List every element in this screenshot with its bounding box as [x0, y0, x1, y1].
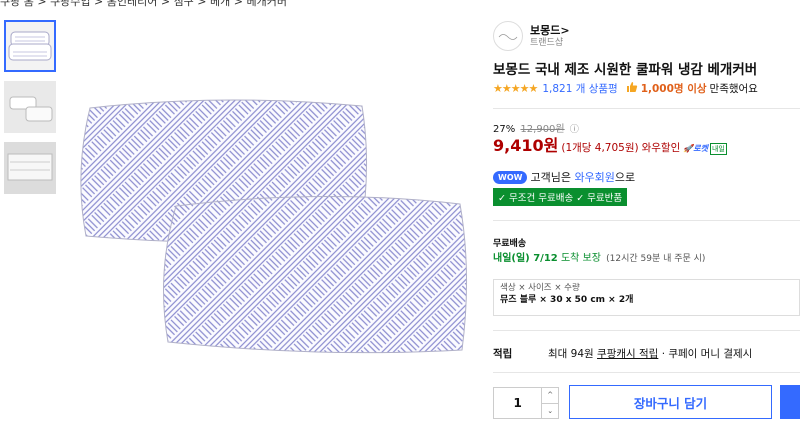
brand-logo	[493, 21, 523, 51]
delivery-note: (12시간 59분 내 주문 시)	[606, 254, 706, 264]
thumbnail-list	[4, 20, 60, 203]
delivery-label: 무료배송	[493, 239, 527, 249]
free-shipping-badge: ✓ 무조건 무료배송 ✓ 무료반품	[493, 188, 628, 206]
brand-row[interactable]: 보몽드> 트랜드샵	[493, 21, 570, 51]
divider	[493, 372, 800, 373]
add-to-cart-button[interactable]: 장바구니 담기	[569, 385, 772, 419]
final-price: 9,410원	[493, 136, 559, 155]
star-icon: ★★★★★	[493, 82, 538, 95]
thumbnail-1[interactable]	[4, 20, 56, 72]
brand-link[interactable]: 보몽드>	[530, 24, 570, 37]
price-row: 9,410원 (1개당 4,705원) 와우할인 🚀로켓 내일	[493, 132, 727, 156]
delivery-guarantee: 도착 보장	[560, 253, 601, 264]
coupang-cash-link[interactable]: 쿠팡캐시 적립	[597, 346, 658, 361]
quantity-stepper[interactable]: 1 ^ ⌄	[493, 387, 559, 419]
rocket-tag: 내일	[709, 143, 727, 155]
divider	[493, 330, 800, 331]
breadcrumb[interactable]: 쿠팡 홈 > 쿠팡수입 > 홈인테리어 > 침구 > 베개 > 베개커버	[0, 0, 287, 9]
wow-prefix: 고객님은	[530, 171, 571, 184]
wow-suffix: 으로	[614, 171, 636, 184]
product-title: 보몽드 국내 제조 시원한 쿨파워 냉감 베개커버	[493, 62, 758, 78]
satisfied-text: 만족했어요	[709, 83, 758, 95]
divider	[493, 108, 800, 109]
points-prefix: 최대 94원	[548, 348, 594, 360]
points-suffix: · 쿠페이 머니 결제시	[661, 348, 753, 360]
thumbnail-3[interactable]	[4, 142, 56, 194]
option-selector[interactable]: 색상 × 사이즈 × 수량 뮤즈 블루 × 30 x 50 cm × 2개	[493, 279, 800, 316]
wow-row: WOW 고객님은 와우회원 으로	[493, 169, 635, 185]
quantity-decrease-button[interactable]: ⌄	[542, 402, 558, 419]
delivery-date: 내일(일) 7/12	[493, 253, 558, 264]
points-label: 적립	[493, 348, 513, 360]
wow-badge: WOW	[493, 170, 528, 184]
rocket-delivery-icon: 🚀로켓	[683, 144, 708, 153]
quantity-input[interactable]: 1	[494, 388, 541, 418]
thumbnail-2[interactable]	[4, 81, 56, 133]
thumbs-up-icon	[626, 81, 638, 96]
review-count-link[interactable]: 1,821 개 상품평	[542, 81, 617, 96]
buy-now-button[interactable]	[780, 385, 800, 419]
satisfied-count: 1,000명 이상	[640, 83, 707, 95]
option-value: 뮤즈 블루 × 30 x 50 cm × 2개	[500, 295, 634, 305]
quantity-increase-button[interactable]: ^	[542, 388, 558, 403]
rating-row: ★★★★★ 1,821 개 상품평 1,000명 이상 만족했어요	[493, 81, 758, 96]
points-row: 적립 최대 94원 쿠팡캐시 적립 · 쿠페이 머니 결제시	[493, 346, 752, 361]
rocket-label: 로켓	[693, 144, 708, 153]
wow-member-link[interactable]: 와우회원	[574, 169, 614, 185]
delivery-row: 내일(일) 7/12 도착 보장 (12시간 59분 내 주문 시)	[493, 249, 705, 264]
brand-sub: 트랜드샵	[530, 37, 564, 48]
wow-discount-label: 와우할인	[641, 142, 681, 154]
product-main-image	[72, 88, 472, 358]
divider	[493, 220, 800, 221]
unit-price: (1개당 4,705원)	[561, 142, 639, 154]
option-label: 색상 × 사이즈 × 수량	[500, 283, 580, 293]
